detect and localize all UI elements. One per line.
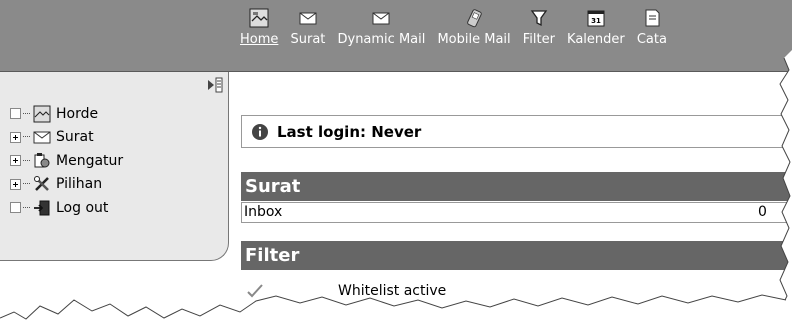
nav-surat-label: Surat [290,32,326,47]
sidebar-item-label: Surat [56,129,94,146]
sidebar-item-label: Log out [56,199,109,216]
tree-connector [23,159,30,162]
nav-dynamic-mail[interactable]: Dynamic Mail [337,6,425,48]
mail-icon [33,131,51,144]
sidebar-item-pilihan[interactable]: Pilihan [10,173,123,197]
expand-icon[interactable] [10,178,21,190]
mobile-icon [467,9,482,28]
sidebar-item-horde[interactable]: Horde [10,102,123,126]
sidebar-tree: Horde Surat Mengatur Pilihan Log out [10,102,123,220]
last-login-notice: Last login: Never [241,115,792,148]
expand-icon[interactable] [10,155,21,167]
organize-icon [34,152,50,168]
nav-dynamic-mail-label: Dynamic Mail [337,32,426,47]
nav-kalender-label: Kalender [567,32,625,47]
folder-name[interactable]: Inbox [244,204,282,220]
nav-filter[interactable]: Filter [523,6,555,48]
sidebar-item-label: Pilihan [56,176,103,193]
main-nav: Home Surat Dynamic Mail Mobile Mail Filt… [240,6,674,64]
sidebar-item-logout[interactable]: Log out [10,196,123,220]
nav-kalender[interactable]: 31 Kalender [567,6,625,48]
nav-home[interactable]: Home [240,6,278,48]
logout-icon [34,200,50,216]
tree-connector [23,112,30,115]
filter-section-header: Filter [241,241,792,270]
home-icon [33,105,51,123]
checkmark-icon [247,284,263,298]
mail-icon [299,12,317,25]
sidebar: Horde Surat Mengatur Pilihan Log out [0,72,229,261]
unread-count: 0 [758,204,767,220]
nav-mobile-mail[interactable]: Mobile Mail [437,6,511,48]
tree-connector [23,206,30,209]
tools-icon [34,176,49,192]
filter-label: Whitelist active [338,283,447,299]
nav-surat[interactable]: Surat [290,6,325,48]
home-icon [249,8,269,28]
notes-icon [645,9,660,27]
tree-leaf-icon [10,202,21,214]
nav-mobile-mail-label: Mobile Mail [437,32,511,47]
mail-section-header: Surat [241,172,792,201]
calendar-icon: 31 [587,10,605,27]
nav-catatan[interactable]: Cata [637,6,667,48]
tree-leaf-icon [10,108,21,120]
nav-home-label: Home [240,32,279,47]
filter-row[interactable]: Whitelist active [241,281,446,301]
info-icon [252,123,268,140]
calendar-day: 31 [591,17,601,25]
tree-connector [23,183,30,185]
sidebar-item-surat[interactable]: Surat [10,126,123,150]
sidebar-item-mengatur[interactable]: Mengatur [10,149,123,173]
top-toolbar: Home Surat Dynamic Mail Mobile Mail Filt… [0,0,792,72]
disable-icon[interactable] [247,304,267,322]
nav-catatan-label: Cata [636,32,667,47]
tree-connector [23,136,30,138]
nav-filter-label: Filter [522,32,555,47]
last-login-text: Last login: Never [277,122,422,141]
sidebar-item-label: Mengatur [56,152,124,169]
sidebar-item-label: Horde [56,105,99,122]
collapse-sidebar-icon[interactable] [204,76,224,94]
table-row[interactable]: Inbox 0 [241,202,792,223]
mail-icon [372,12,390,25]
expand-icon[interactable] [10,131,21,143]
filter-icon [530,10,548,27]
